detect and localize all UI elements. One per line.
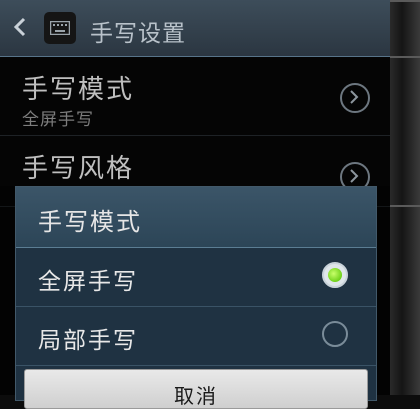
pref-title: 手写模式 — [22, 75, 135, 105]
radio-unselected-icon[interactable] — [322, 321, 348, 347]
back-arrow-icon[interactable] — [12, 14, 28, 40]
handwriting-mode-dialog: 手写模式 全屏手写 局部手写 取消 — [15, 186, 377, 409]
pref-item-handwriting-mode[interactable]: 手写模式 全屏手写 — [0, 57, 390, 136]
dialog-title: 手写模式 — [38, 208, 142, 236]
option-label: 局部手写 — [38, 328, 138, 354]
pref-title: 手写风格 — [22, 154, 135, 184]
option-label: 全屏手写 — [38, 269, 138, 295]
page-title: 手写设置 — [90, 21, 186, 47]
pref-summary: 全屏手写 — [22, 110, 94, 130]
dialog-header: 手写模式 — [16, 187, 376, 248]
chevron-right-icon — [340, 83, 370, 113]
cancel-button[interactable]: 取消 — [24, 369, 368, 409]
radio-selected-icon[interactable] — [322, 262, 348, 288]
option-partial-handwriting[interactable]: 局部手写 — [16, 307, 376, 366]
action-bar: 手写设置 — [0, 0, 390, 57]
background-window-edge — [390, 0, 420, 395]
keyboard-icon — [44, 12, 76, 44]
option-fullscreen-handwriting[interactable]: 全屏手写 — [16, 248, 376, 307]
